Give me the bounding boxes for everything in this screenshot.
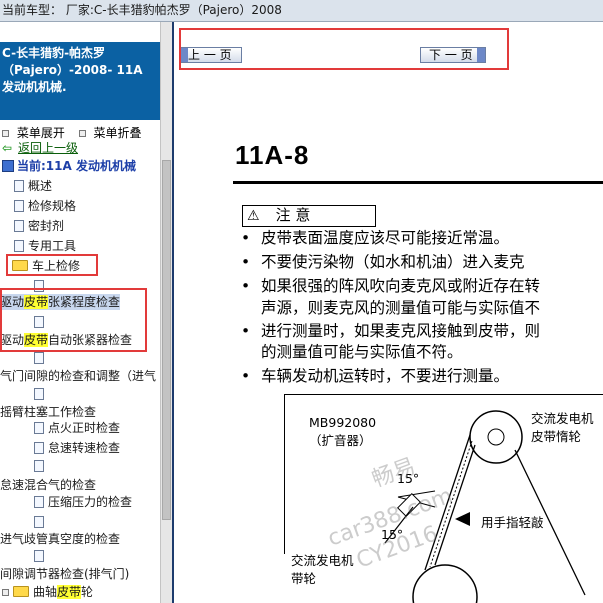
page-icon — [34, 442, 44, 454]
page-icon — [34, 496, 44, 508]
caution-bullet: • 皮带表面温度应该尽可能接近常温。 — [241, 229, 510, 247]
sidebar-scrollbar[interactable] — [160, 22, 172, 603]
warning-icon: ⚠ — [247, 208, 260, 224]
sidebar-header: C-长丰猎豹-帕杰罗 （Pajero）-2008- 11A 发动机机械. — [0, 42, 160, 120]
back-link[interactable]: ⇦ 返回上一级 — [2, 140, 78, 156]
current-section: 当前:11A 发动机机械 — [2, 158, 136, 174]
tree-item-idle-mixture[interactable]: 怠速混合气的检查 — [0, 477, 96, 493]
header-line-3: 发动机机械. — [2, 80, 67, 94]
tree-item-rocker[interactable]: 摇臂柱塞工作检查 — [0, 404, 96, 420]
label-alt-pulley-2: 带轮 — [291, 571, 317, 586]
back-arrow-icon: ⇦ — [2, 141, 13, 155]
tree-branch-icon — [34, 514, 48, 530]
header-line-1: C-长丰猎豹-帕杰罗 — [2, 46, 106, 60]
content-pane: 上 一 页 下 一 页 11A-8 ⚠ 注 意 • 皮带表面温度应该尽可能接近常温。… — [172, 22, 603, 603]
tree-item-compression[interactable]: 压缩压力的检查 — [34, 494, 132, 510]
tree-item-sealant[interactable]: 密封剂 — [14, 218, 64, 234]
title-bar: 当前车型： 厂家:C-长丰猎豹帕杰罗（Pajero）2008 — [0, 0, 603, 22]
annotation-box — [0, 288, 147, 352]
page-number: 11A-8 — [235, 140, 310, 170]
collapse-icon — [78, 130, 86, 137]
tool-part-number: MB992080 — [309, 415, 377, 430]
title-text: 当前车型： 厂家:C-长丰猎豹帕杰罗（Pajero）2008 — [2, 3, 282, 17]
tree-item-manifold-vacuum[interactable]: 进气歧管真空度的检查 — [0, 531, 120, 547]
caution-bullet: • 进行测量时，如果麦克风接触到皮带，则 — [241, 322, 541, 340]
page-icon — [34, 352, 44, 364]
header-rule — [233, 181, 603, 184]
measurement-figure: MB992080 （扩音器） 15° 15° 交流发电机 皮带惰轮 用手指轻敲 … — [284, 394, 603, 603]
page-icon — [34, 516, 44, 528]
tree-branch-icon — [34, 548, 48, 564]
label-idler: 皮带惰轮 — [531, 429, 582, 444]
tree-item-valve-clearance[interactable]: 气门间隙的检查和调整（进气 — [0, 368, 156, 384]
expand-icon — [2, 130, 9, 137]
page-icon — [34, 460, 44, 472]
label-alternator: 交流发电机 — [531, 411, 594, 426]
label-alt-pulley-1: 交流发电机 — [291, 553, 354, 568]
label-tap: 用手指轻敲 — [481, 515, 544, 530]
book-icon — [2, 160, 14, 172]
tree-branch-icon — [34, 458, 48, 474]
tree-item-specs[interactable]: 检修规格 — [14, 198, 76, 214]
page-icon — [14, 240, 24, 252]
page-nav: 上 一 页 下 一 页 — [174, 22, 603, 84]
page-icon — [34, 388, 44, 400]
app-window: 当前车型： 厂家:C-长丰猎豹帕杰罗（Pajero）2008 C-长丰猎豹-帕杰… — [0, 0, 603, 603]
scrollbar-thumb[interactable] — [162, 160, 171, 520]
header-line-2: （Pajero）-2008- 11A — [2, 63, 143, 77]
tree-item-overview[interactable]: 概述 — [14, 178, 52, 194]
caution-bullet: • 车辆发动机运转时，不要进行测量。 — [241, 367, 510, 385]
tree-item-idle-speed[interactable]: 怠速转速检查 — [34, 440, 120, 456]
tree-folder-crank-pulley[interactable]: 曲轴皮带轮 — [2, 584, 93, 600]
tool-name: （扩音器） — [309, 433, 372, 448]
page-icon — [34, 550, 44, 562]
tree-item-lash-adjuster[interactable]: 间隙调节器检查(排气门) — [0, 566, 129, 582]
caution-box: ⚠ 注 意 — [242, 205, 376, 227]
expand-plus-icon[interactable] — [2, 589, 9, 596]
manual-page: 11A-8 ⚠ 注 意 • 皮带表面温度应该尽可能接近常温。 • 不要使污染物（如水和… — [174, 84, 603, 603]
caution-bullet: • 如果很强的阵风吹向麦克风或附近存在转 — [241, 277, 541, 295]
caution-bullet-cont: 声源，则麦克风的测量值可能与实际值不 — [261, 299, 541, 317]
tree-branch-icon — [34, 386, 48, 402]
caution-bullet-cont: 的测量值可能与实际值不符。 — [261, 343, 463, 361]
tree-item-tools[interactable]: 专用工具 — [14, 238, 76, 254]
page-icon — [14, 220, 24, 232]
folder-icon — [13, 586, 29, 597]
caution-bullet: • 不要使污染物（如水和机油）进入麦克 — [241, 253, 525, 271]
annotation-box — [6, 254, 98, 276]
page-icon — [34, 422, 44, 434]
page-icon — [14, 200, 24, 212]
tree-branch-icon — [34, 350, 48, 366]
annotation-box — [179, 28, 509, 70]
menu-collapse-link[interactable]: 菜单折叠 — [94, 124, 142, 142]
page-icon — [14, 180, 24, 192]
sidebar-tree: C-长丰猎豹-帕杰罗 （Pajero）-2008- 11A 发动机机械. 菜单展… — [0, 22, 160, 603]
tree-item-ignition-timing[interactable]: 点火正时检查 — [34, 420, 120, 436]
